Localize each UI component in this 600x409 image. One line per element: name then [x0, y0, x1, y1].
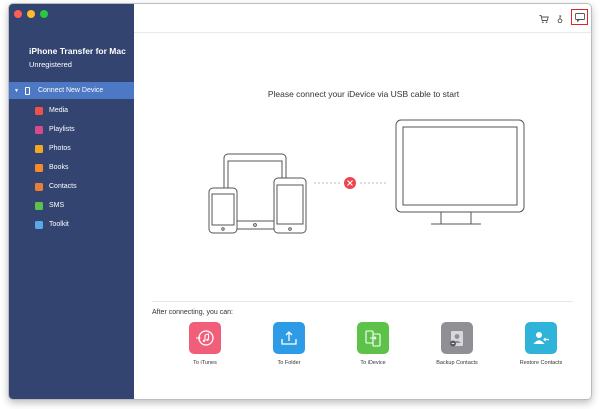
device-label: Connect New Device [37, 87, 104, 94]
sidebar-item-toolkit[interactable]: Toolkit [9, 215, 134, 234]
sidebar-item-label: Media [49, 107, 69, 114]
zoom-window-button[interactable] [40, 10, 48, 18]
sidebar-item-connect-new-device[interactable]: ▼ Connect New Device [9, 82, 134, 99]
photos-icon [35, 144, 43, 153]
backup-contacts-icon [441, 322, 473, 354]
to-idevice-button[interactable]: To iDevice [338, 322, 408, 366]
sidebar-item-label: Photos [49, 145, 71, 152]
to-itunes-button[interactable]: To iTunes [170, 322, 240, 366]
action-label: Backup Contacts [436, 360, 478, 366]
phone-small-icon [208, 187, 238, 234]
monitor-icon [395, 119, 525, 225]
restore-contacts-icon [525, 322, 557, 354]
main-panel: Please connect your iDevice via USB cabl… [134, 4, 591, 399]
action-label: Restore Contacts [519, 360, 563, 366]
restore-contacts-button[interactable]: Restore Contacts [506, 322, 576, 366]
action-label: To iTunes [193, 360, 217, 366]
sidebar-item-books[interactable]: Books [9, 158, 134, 177]
connection-illustration [208, 119, 525, 234]
to-folder-button[interactable]: To Folder [254, 322, 324, 366]
toolkit-icon [35, 220, 43, 229]
action-label: To iDevice [360, 360, 386, 366]
phone-icon [24, 86, 30, 95]
sidebar-item-contacts[interactable]: Contacts [9, 177, 134, 196]
action-label: To Folder [277, 360, 301, 366]
playlists-icon [35, 125, 43, 134]
sidebar-item-photos[interactable]: Photos [9, 139, 134, 158]
sidebar-nav: Media Playlists Photos Books Contacts SM… [9, 101, 134, 234]
disconnected-icon [344, 177, 356, 189]
sidebar-item-playlists[interactable]: Playlists [9, 120, 134, 139]
backup-contacts-button[interactable]: Backup Contacts [422, 322, 492, 366]
app-title: iPhone Transfer for Mac [29, 46, 126, 56]
sms-icon [35, 201, 43, 210]
sidebar-item-media[interactable]: Media [9, 101, 134, 120]
books-icon [35, 163, 43, 172]
sidebar: iPhone Transfer for Mac Unregistered ▼ C… [9, 4, 134, 399]
folder-export-icon [273, 322, 305, 354]
minimize-window-button[interactable] [27, 10, 35, 18]
section-divider [152, 301, 573, 302]
sidebar-item-label: SMS [49, 202, 65, 209]
idevice-transfer-icon [357, 322, 389, 354]
sidebar-item-label: Toolkit [49, 221, 69, 228]
expand-triangle-icon[interactable]: ▼ [14, 88, 19, 94]
sidebar-item-label: Contacts [49, 183, 77, 190]
sidebar-item-label: Playlists [49, 126, 75, 133]
after-connecting-label: After connecting, you can: [152, 309, 233, 316]
sidebar-item-label: Books [49, 164, 69, 171]
app-window: iPhone Transfer for Mac Unregistered ▼ C… [8, 3, 592, 400]
phone-large-icon [273, 177, 307, 234]
sidebar-item-sms[interactable]: SMS [9, 196, 134, 215]
contacts-icon [35, 182, 43, 191]
registration-status[interactable]: Unregistered [29, 60, 72, 69]
close-window-button[interactable] [14, 10, 22, 18]
window-controls [14, 10, 48, 18]
itunes-icon [189, 322, 221, 354]
media-icon [35, 106, 43, 115]
